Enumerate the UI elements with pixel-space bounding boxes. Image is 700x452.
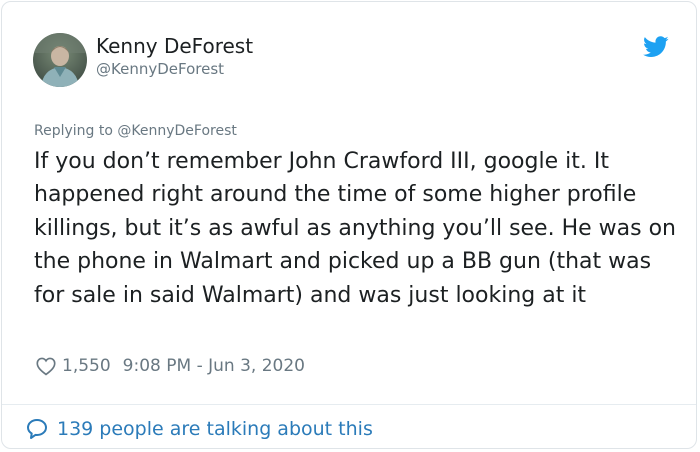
speech-bubble-icon — [27, 419, 47, 439]
tweet-meta: 1,550 9:08 PM - Jun 3, 2020 — [35, 353, 305, 379]
author-handle[interactable]: @KennyDeForest — [96, 60, 224, 78]
conversation-label[interactable]: 139 people are talking about this — [57, 418, 373, 440]
reply-context: Replying to @KennyDeForest — [34, 123, 237, 139]
twitter-bird-icon[interactable] — [643, 36, 669, 58]
avatar[interactable] — [33, 33, 87, 87]
divider — [2, 404, 696, 405]
author-display-name[interactable]: Kenny DeForest — [96, 34, 253, 58]
tweet-timestamp[interactable]: 9:08 PM - Jun 3, 2020 — [123, 356, 305, 376]
conversation-link[interactable]: 139 people are talking about this — [25, 415, 373, 443]
avatar-photo-icon — [33, 33, 87, 87]
heart-icon[interactable] — [35, 355, 57, 377]
tweet-text: If you don’t remember John Crawford III,… — [34, 149, 676, 308]
like-count[interactable]: 1,550 — [62, 356, 111, 376]
tweet-card: Kenny DeForest @KennyDeForest Replying t… — [1, 1, 697, 449]
